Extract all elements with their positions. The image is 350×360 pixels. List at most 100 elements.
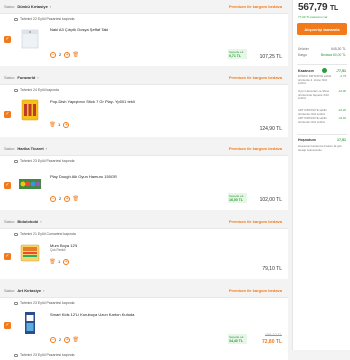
delivery-estimate: Tahmini 23 Eylül Pazartesi kapında (0, 156, 288, 166)
item-checkbox[interactable]: ✓ (4, 322, 11, 329)
rewards-title: Hoşnutum (298, 138, 316, 142)
quantity-stepper: 🗑 1 + (49, 121, 70, 128)
seller-name[interactable]: Dünkü Kırtasiye (17, 4, 47, 9)
seller-name[interactable]: Art Kırtasiye (17, 288, 41, 293)
truck-icon (14, 88, 18, 92)
savings-item-value: -2,75 (339, 74, 346, 78)
cart-item: ✓ Mum Boya 12'li Çok Renkli 🗑 1 + 79,10 … (0, 239, 288, 279)
truck-icon (14, 232, 18, 236)
promo-value: 34,40 TL (229, 339, 244, 343)
savings-item: DÜNKÜ KIRTASİYE sahibi ürünlerde 2. ürün… (298, 74, 346, 86)
quantity-stepper: − 2 + 🗑 (50, 336, 79, 343)
seller-prefix: Satıcı: (4, 146, 16, 151)
product-variant: Çok Renkli (50, 248, 66, 252)
trash-icon[interactable]: 🗑 (73, 337, 79, 343)
increase-button[interactable]: + (64, 336, 71, 343)
promo-value: 16,00 TL (229, 198, 244, 202)
quantity-value: 1 (58, 259, 61, 264)
savings-item-label: Oyun Hamurları ve Slime ürünlerinde Sepe… (298, 89, 330, 101)
delivery-estimate: Tahmini 22 Eylül Pazartesi kapında (0, 14, 288, 24)
trash-icon[interactable]: 🗑 (73, 196, 79, 202)
row-label: Kargo (298, 53, 307, 57)
cart-total: 567,79 TL (298, 2, 338, 13)
summary-row-shipping: Kargo Bedava 60,00 TL (298, 53, 346, 57)
product-image-play-dough-set[interactable] (18, 172, 42, 196)
item-checkbox[interactable]: ✓ (4, 253, 11, 260)
rewards-value: 17,51 (337, 138, 346, 142)
savings-header[interactable]: Kazancın -77,51 (298, 68, 346, 73)
item-checkbox[interactable]: ✓ (4, 36, 11, 43)
item-price: 124,90 TL (259, 126, 282, 132)
cart-item: ✓ Pop-Dish Yapıştırıcı Stick 7 Gr Play- … (0, 95, 288, 137)
item-checkbox[interactable]: ✓ (4, 111, 11, 118)
seller-header: Satıcı: Bidolohobi › Premium ile kargom … (0, 215, 288, 229)
seller-name[interactable]: Funworld (17, 75, 35, 80)
divider (297, 64, 347, 65)
delivery-text: Tahmini 22 Eylül Pazartesi kapında (20, 17, 75, 21)
increase-button[interactable]: + (63, 121, 70, 128)
promo-badge: Sepette ek 34,40 TL (228, 334, 247, 344)
product-image-colored-pencils-box[interactable] (18, 311, 42, 335)
total-currency: TL (329, 5, 339, 12)
product-title[interactable]: Play Dough Alk Oyun Hamuru 150GR (50, 174, 117, 179)
product-title[interactable]: Smart Kids 12'Li Kuruboya Uzun Karton Ku… (50, 312, 134, 317)
seller-name[interactable]: Harika Ticaret (17, 146, 43, 151)
trash-icon[interactable]: 🗑 (49, 122, 55, 128)
quantity-stepper: − 2 + 🗑 (50, 51, 79, 58)
increase-button[interactable]: + (64, 195, 71, 202)
delivery-text: Tahmini 21 Eylül Cumartesi kapında (20, 232, 76, 236)
checkout-button[interactable]: Alışverişi tamamla (297, 23, 347, 35)
trash-icon[interactable]: 🗑 (73, 52, 79, 58)
order-summary: 567,79 TL 77,00 TL kazancın var Alışveri… (292, 0, 350, 350)
chevron-right-icon: › (45, 146, 48, 151)
savings-note: 77,00 TL kazancın var (298, 15, 328, 19)
seller-header: Satıcı: Funworld › Premium ile kargom be… (0, 71, 288, 85)
seller-block: Tahmini 21 Eylül Cumartesi kapında ✓ Mum… (0, 229, 288, 279)
product-title[interactable]: Pop-Dish Yapıştırıcı Stick 7 Gr Play- Yp… (50, 99, 135, 104)
cart-item: ✓ Play Dough Alk Oyun Hamuru 150GR − 2 +… (0, 166, 288, 210)
product-title[interactable]: Naki A3 Çıtçıtlı Dosya Şeffaf Takl (50, 27, 108, 32)
quantity-value: 1 (58, 122, 61, 127)
item-price: 107,25 TL (259, 54, 282, 60)
chevron-right-icon: › (37, 75, 39, 80)
delivery-text: Tahmini 23 Eylül Pazartesi kapında (20, 353, 75, 357)
delivery-text: Tahmini 24 Eylül kapında (20, 88, 59, 92)
seller-prefix: Satıcı: (4, 288, 16, 293)
product-image-clear-file-folder[interactable] (18, 27, 42, 51)
cart-item: ✓ Smart Kids 12'Li Kuruboya Uzun Karton … (0, 308, 288, 350)
decrease-button[interactable]: − (50, 51, 56, 58)
seller-header: Satıcı: Dünkü Kırtasiye › Premium ile ka… (0, 0, 288, 14)
seller-prefix: Satıcı: (4, 75, 16, 80)
decrease-button[interactable]: − (50, 195, 56, 202)
quantity-stepper: − 2 + 🗑 (50, 195, 79, 202)
total-amount: 567,79 (298, 2, 328, 13)
delivery-estimate: Tahmini 24 Eylül kapında (0, 85, 288, 95)
savings-item-label: ART KIRTASİYE sahibi ürünlerde %10 indir… (298, 116, 327, 124)
quantity-value: 2 (59, 52, 62, 57)
promo-badge: Sepette ek 16,00 TL (228, 193, 247, 203)
seller-name[interactable]: Bidolohobi (17, 219, 38, 224)
rewards-header[interactable]: Hoşnutum 17,51 (298, 138, 346, 142)
premium-shipping-label: Premium ile kargom bedava (228, 219, 282, 224)
increase-button[interactable]: + (63, 258, 70, 265)
divider (297, 134, 347, 135)
item-price: 102,00 TL (259, 197, 282, 203)
check-circle-icon (322, 68, 328, 73)
delivery-estimate: Tahmini 23 Eylül Pazartesi kapında (0, 298, 288, 308)
quantity-value: 2 (59, 337, 62, 342)
increase-button[interactable]: + (64, 51, 71, 58)
promo-value: 0,71 TL (229, 54, 242, 58)
trash-icon[interactable]: 🗑 (49, 259, 55, 265)
cart-list: Satıcı: Dünkü Kırtasiye › Premium ile ka… (0, 0, 288, 360)
rewards-note: Hoşnutum kazanma fırsatını ilk gün Hesap… (298, 144, 342, 152)
product-image-glue-stick-pack[interactable] (18, 98, 42, 122)
item-checkbox[interactable]: ✓ (4, 182, 11, 189)
product-image-crayon-box[interactable] (18, 241, 42, 265)
promo-badge: Sepette ek 0,71 TL (228, 49, 247, 59)
decrease-button[interactable]: − (50, 336, 56, 343)
premium-shipping-label: Premium ile kargom bedava (228, 75, 282, 80)
savings-title: Kazancın (298, 68, 314, 73)
summary-row-products: Ürünler 645,30 TL (298, 47, 346, 51)
truck-icon (14, 353, 18, 357)
premium-shipping-label: Premium ile kargom bedava (228, 288, 282, 293)
